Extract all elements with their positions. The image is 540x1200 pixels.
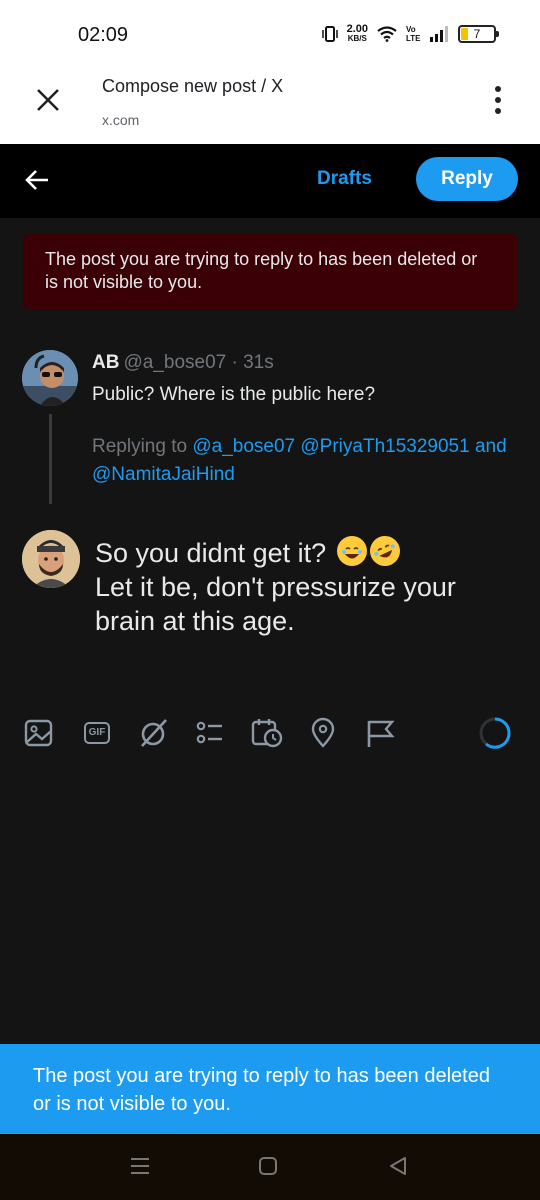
flag-icon[interactable] (362, 716, 396, 750)
character-progress-ring (479, 717, 511, 749)
laughing-cat-emoji-icon (336, 536, 367, 566)
back-arrow-icon[interactable] (24, 166, 52, 194)
gif-icon: GIF (83, 722, 111, 744)
post-header: AB @a_bose07 · 31s (92, 352, 274, 374)
volte-label: Vo LTE (406, 25, 421, 43)
tab-title: Compose new post / X (102, 76, 284, 96)
error-message: The post you are trying to reply to has … (45, 249, 478, 292)
image-icon[interactable] (22, 716, 56, 750)
signal-icon (430, 26, 448, 42)
avatar[interactable] (22, 350, 78, 406)
and-word: and (474, 436, 507, 457)
network-speed: 2.00 KB/S (346, 23, 368, 44)
gif-button[interactable]: GIF (80, 716, 114, 750)
post-time: · 31s (231, 352, 274, 373)
close-icon[interactable] (32, 84, 64, 116)
compose-line-1: So you didnt get it? (95, 538, 327, 568)
clock: 02:09 (78, 24, 129, 46)
more-menu-icon[interactable] (494, 86, 502, 114)
thread-line (49, 414, 52, 504)
location-icon[interactable] (306, 716, 340, 750)
vibrate-icon (321, 26, 338, 42)
compose-toolbar: GIF (22, 716, 522, 756)
grok-icon[interactable] (136, 716, 170, 750)
compose-line-2: Let it be, don't pressurize your brain a… (95, 572, 456, 636)
drafts-button[interactable]: Drafts (317, 168, 372, 190)
back-icon[interactable] (386, 1154, 410, 1178)
poll-icon[interactable] (192, 716, 226, 750)
my-avatar[interactable] (22, 530, 80, 588)
error-toast: The post you are trying to reply to has … (0, 1044, 540, 1134)
schedule-icon[interactable] (250, 716, 284, 750)
battery-icon: 7 (458, 25, 499, 43)
browser-tab-bar: Compose new post / X x.com (0, 68, 540, 144)
compose-header: Drafts Reply (0, 144, 540, 218)
user-photo-icon (22, 350, 78, 406)
post-text: Public? Where is the public here? (92, 384, 376, 405)
error-banner: The post you are trying to reply to has … (23, 234, 517, 310)
mention-link[interactable]: @a_bose07 (192, 436, 295, 457)
rofl-emoji-icon (364, 531, 405, 571)
author-handle[interactable]: @a_bose07 (123, 352, 226, 373)
compose-textarea[interactable]: So you didnt get it? Let it be, don't pr… (95, 531, 515, 638)
home-icon[interactable] (256, 1154, 280, 1178)
mention-link[interactable]: @NamitaJaiHind (92, 464, 235, 485)
cartoon-avatar-icon (22, 530, 80, 588)
mention-link[interactable]: @PriyaTh15329051 (300, 436, 469, 457)
system-nav-bar (0, 1134, 540, 1200)
recents-icon[interactable] (128, 1154, 152, 1178)
wifi-icon (377, 26, 397, 42)
replying-label: Replying to (92, 436, 188, 457)
replying-to: Replying to @a_bose07 @PriyaTh15329051 a… (92, 433, 512, 489)
tab-url: x.com (102, 112, 140, 128)
toast-message: The post you are trying to reply to has … (33, 1065, 490, 1115)
reply-button[interactable]: Reply (416, 157, 518, 201)
author-name[interactable]: AB (92, 352, 119, 373)
status-icons: 2.00 KB/S Vo LTE 7 (321, 23, 499, 44)
status-bar: 02:09 2.00 KB/S Vo LTE 7 (0, 0, 540, 68)
